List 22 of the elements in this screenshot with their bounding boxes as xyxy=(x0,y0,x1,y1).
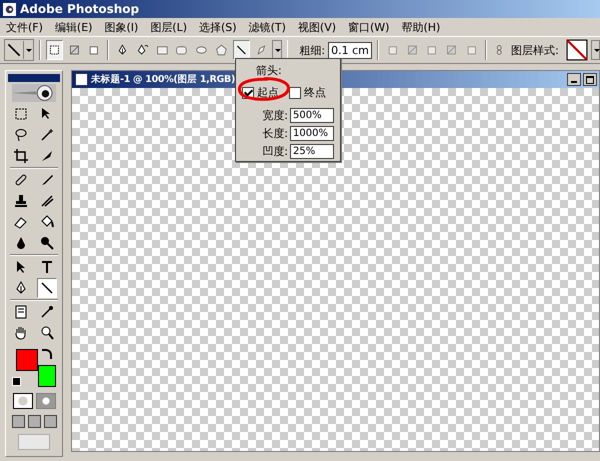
end-label: 终点 xyxy=(304,85,326,100)
window-title: Adobe Photoshop xyxy=(20,2,140,16)
field-label: 长度: xyxy=(262,126,288,141)
value-field[interactable]: 1000% xyxy=(290,126,334,141)
menu-item[interactable]: 文件(F) xyxy=(6,20,43,34)
value-field[interactable]: 25% xyxy=(290,144,334,159)
menu-item[interactable]: 帮助(H) xyxy=(401,20,440,34)
arrowheads-label: 箭头: xyxy=(255,63,283,78)
menu-item[interactable]: 视图(V) xyxy=(298,20,336,34)
weight-field[interactable]: 0.1 cm xyxy=(328,42,372,58)
document-title: 未标题-1 @ 100%(图层 1,RGB) xyxy=(91,73,235,86)
field-label: 凹度: xyxy=(262,144,288,159)
weight-label: 粗细: xyxy=(299,42,326,58)
menu-item[interactable]: 图层(L) xyxy=(150,20,188,34)
menu-item[interactable]: 编辑(E) xyxy=(54,20,92,34)
field-label: 宽度: xyxy=(262,108,288,123)
menu-item[interactable]: 图象(I) xyxy=(104,20,138,34)
menu-item[interactable]: 窗口(W) xyxy=(348,20,390,34)
layer-style-label: 图层样式: xyxy=(511,42,559,58)
menu-item[interactable]: 滤镜(T) xyxy=(248,20,286,34)
menu-item[interactable]: 选择(S) xyxy=(199,20,237,34)
value-field[interactable]: 500% xyxy=(290,108,334,123)
